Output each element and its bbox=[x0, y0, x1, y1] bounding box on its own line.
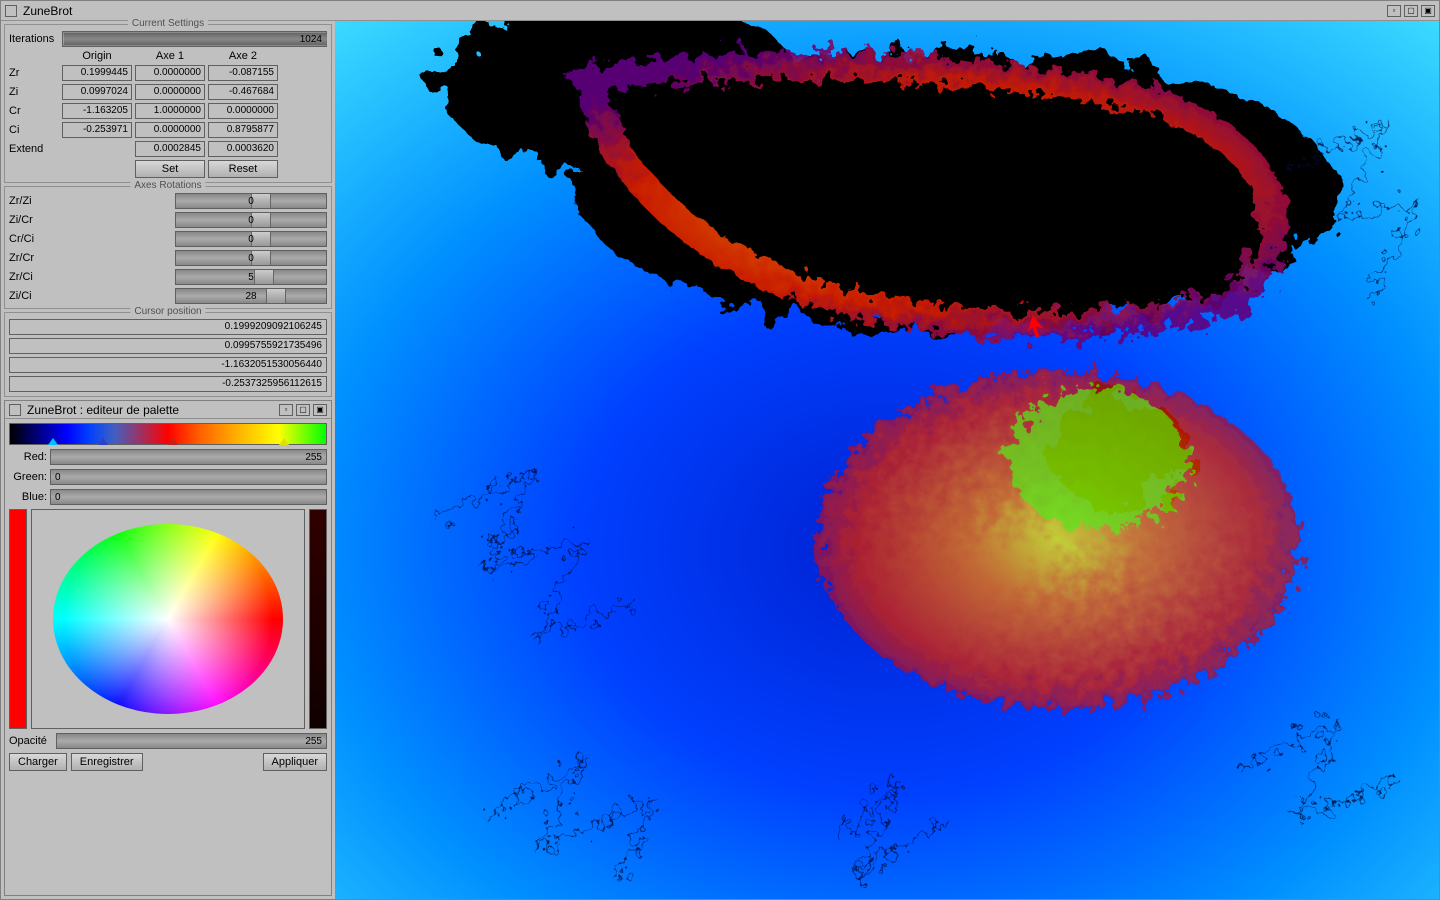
load-button[interactable]: Charger bbox=[9, 753, 67, 771]
blue-label: Blue: bbox=[9, 491, 47, 503]
cursor-val-0: 0.1999209092106245 bbox=[9, 319, 327, 335]
col-origin: Origin bbox=[62, 50, 132, 62]
opacity-slider[interactable]: 255 bbox=[56, 733, 327, 749]
minimize-icon[interactable]: ▫ bbox=[279, 404, 293, 416]
col-axe1: Axe 1 bbox=[135, 50, 205, 62]
zr-origin[interactable]: 0.1999445 bbox=[62, 65, 132, 81]
red-slider[interactable]: 255 bbox=[50, 449, 327, 465]
ci-axe2[interactable]: 0.8795877 bbox=[208, 122, 278, 138]
cursor-position-group: Cursor position 0.1999209092106245 0.099… bbox=[4, 312, 332, 397]
cr-axe2[interactable]: 0.0000000 bbox=[208, 103, 278, 119]
brightness-bar-left[interactable] bbox=[9, 509, 27, 729]
row-label-cr: Cr bbox=[9, 105, 59, 117]
group-title: Cursor position bbox=[130, 306, 205, 317]
set-button[interactable]: Set bbox=[135, 160, 205, 178]
gradient-marker-icon[interactable] bbox=[168, 438, 178, 445]
gradient-marker-icon[interactable] bbox=[98, 438, 108, 445]
maximize-icon[interactable]: ▢ bbox=[296, 404, 310, 416]
gradient-marker-icon[interactable] bbox=[279, 438, 289, 445]
rot-label: Cr/Ci bbox=[9, 233, 59, 245]
group-title: Axes Rotations bbox=[130, 180, 205, 191]
apply-button[interactable]: Appliquer bbox=[263, 753, 327, 771]
palette-title: ZuneBrot : editeur de palette bbox=[27, 403, 279, 417]
rot-slider-zrcr[interactable]: 0 bbox=[175, 250, 327, 266]
palette-editor-window: ZuneBrot : editeur de palette ▫ ▢ ▣ bbox=[4, 400, 332, 896]
rot-slider-zrzi[interactable]: 0 bbox=[175, 193, 327, 209]
fractal-viewport[interactable] bbox=[335, 21, 1439, 899]
system-menu-icon[interactable] bbox=[5, 5, 17, 17]
brightness-bar-right[interactable] bbox=[309, 509, 327, 729]
row-label-ci: Ci bbox=[9, 124, 59, 136]
system-menu-icon[interactable] bbox=[9, 404, 21, 416]
axes-rotations-group: Axes Rotations Zr/Zi0 Zi/Cr0 Cr/Ci0 Zr/C… bbox=[4, 186, 332, 309]
ci-origin[interactable]: -0.253971 bbox=[62, 122, 132, 138]
red-label: Red: bbox=[9, 451, 47, 463]
opacity-label: Opacité bbox=[9, 735, 53, 747]
rot-label: Zr/Zi bbox=[9, 195, 59, 207]
rot-slider-crci[interactable]: 0 bbox=[175, 231, 327, 247]
cursor-val-3: -0.2537325956112615 bbox=[9, 376, 327, 392]
green-slider[interactable]: 0 bbox=[50, 469, 327, 485]
zi-origin[interactable]: 0.0997024 bbox=[62, 84, 132, 100]
rot-label: Zi/Cr bbox=[9, 214, 59, 226]
save-button[interactable]: Enregistrer bbox=[71, 753, 143, 771]
color-wheel-box bbox=[31, 509, 305, 729]
close-icon[interactable]: ▣ bbox=[1421, 5, 1435, 17]
zr-axe2[interactable]: -0.087155 bbox=[208, 65, 278, 81]
settings-panel: Current Settings Iterations 1024 Origin … bbox=[1, 21, 335, 899]
minimize-icon[interactable]: ▫ bbox=[1387, 5, 1401, 17]
current-settings-group: Current Settings Iterations 1024 Origin … bbox=[4, 24, 332, 183]
fractal-render bbox=[335, 21, 1439, 899]
extend-axe1[interactable]: 0.0002845 bbox=[135, 141, 205, 157]
main-window: ZuneBrot ▫ ▢ ▣ Current Settings Iteratio… bbox=[0, 0, 1440, 900]
ci-axe1[interactable]: 0.0000000 bbox=[135, 122, 205, 138]
iterations-slider[interactable]: 1024 bbox=[62, 31, 327, 47]
zi-axe2[interactable]: -0.467684 bbox=[208, 84, 278, 100]
palette-titlebar[interactable]: ZuneBrot : editeur de palette ▫ ▢ ▣ bbox=[5, 401, 331, 419]
maximize-icon[interactable]: ▢ bbox=[1404, 5, 1418, 17]
group-title: Current Settings bbox=[128, 18, 208, 29]
row-label-zi: Zi bbox=[9, 86, 59, 98]
zi-axe1[interactable]: 0.0000000 bbox=[135, 84, 205, 100]
rot-label: Zr/Ci bbox=[9, 271, 59, 283]
rot-slider-zrci[interactable]: 5 bbox=[175, 269, 327, 285]
extend-axe2[interactable]: 0.0003620 bbox=[208, 141, 278, 157]
cursor-val-1: 0.0995755921735496 bbox=[9, 338, 327, 354]
rot-label: Zi/Ci bbox=[9, 290, 59, 302]
reset-button[interactable]: Reset bbox=[208, 160, 278, 178]
titlebar[interactable]: ZuneBrot ▫ ▢ ▣ bbox=[1, 1, 1439, 21]
close-icon[interactable]: ▣ bbox=[313, 404, 327, 416]
rot-slider-zicr[interactable]: 0 bbox=[175, 212, 327, 228]
iterations-value: 1024 bbox=[300, 34, 322, 45]
col-axe2: Axe 2 bbox=[208, 50, 278, 62]
window-title: ZuneBrot bbox=[23, 4, 1387, 18]
color-wheel[interactable] bbox=[53, 524, 283, 714]
cr-origin[interactable]: -1.163205 bbox=[62, 103, 132, 119]
cursor-val-2: -1.1632051530056440 bbox=[9, 357, 327, 373]
rot-label: Zr/Cr bbox=[9, 252, 59, 264]
green-label: Green: bbox=[9, 471, 47, 483]
gradient-marker-icon[interactable] bbox=[48, 438, 58, 445]
row-label-zr: Zr bbox=[9, 67, 59, 79]
blue-slider[interactable]: 0 bbox=[50, 489, 327, 505]
iterations-label: Iterations bbox=[9, 33, 59, 45]
zr-axe1[interactable]: 0.0000000 bbox=[135, 65, 205, 81]
rot-slider-zici[interactable]: 28 bbox=[175, 288, 327, 304]
cr-axe1[interactable]: 1.0000000 bbox=[135, 103, 205, 119]
extend-label: Extend bbox=[9, 143, 59, 155]
palette-gradient[interactable] bbox=[9, 423, 327, 445]
